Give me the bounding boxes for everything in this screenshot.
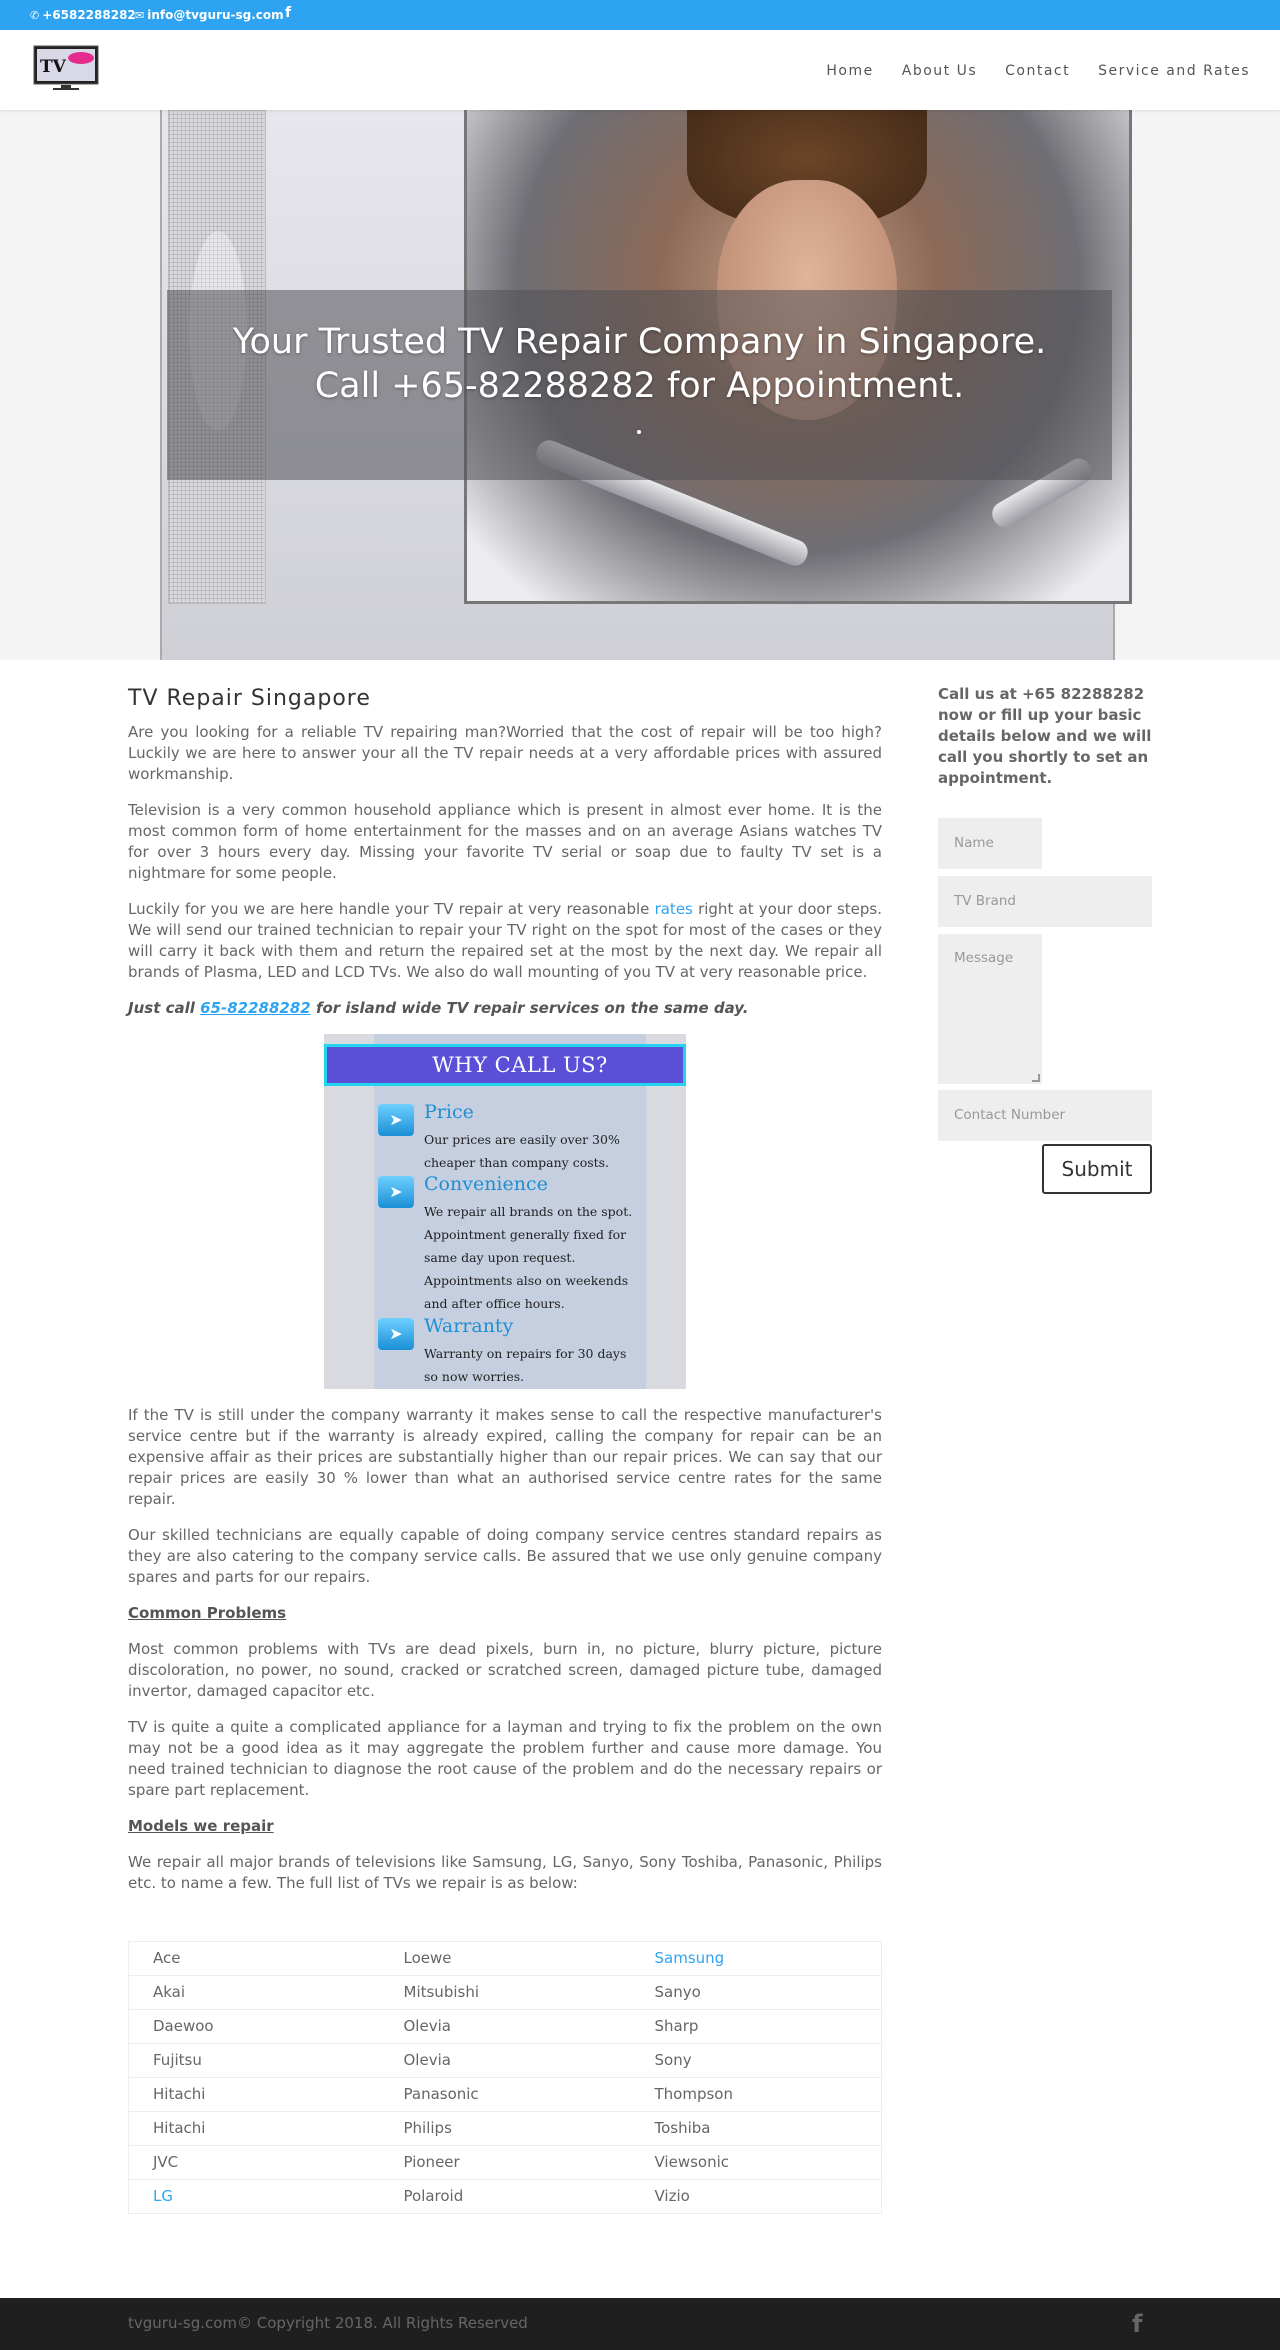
site-logo[interactable]: TV: [33, 45, 99, 91]
phone-icon: ✆: [30, 8, 40, 22]
table-cell: Philips: [379, 2111, 631, 2146]
name-field[interactable]: Name: [938, 818, 1042, 869]
slider-dot[interactable]: [637, 430, 641, 434]
table-cell: Polaroid: [379, 2179, 631, 2214]
nav-home[interactable]: Home: [826, 63, 873, 79]
television-paragraph: Television is a very common household ap…: [128, 801, 882, 882]
nav-service-and-rates[interactable]: Service and Rates: [1098, 63, 1250, 79]
contact-sidebar: Call us at +65 82288282 now or fill up y…: [938, 684, 1152, 1194]
svg-text:TV: TV: [40, 57, 67, 77]
table-cell: Fujitsu: [128, 2043, 380, 2078]
page-title: TV Repair Singapore: [128, 686, 371, 711]
call-line: Just call 65-82288282 for island wide TV…: [128, 999, 749, 1017]
common-problems-paragraph: Most common problems with TVs are dead p…: [128, 1640, 882, 1700]
table-cell: Ace: [128, 1941, 380, 1976]
table-cell: Olevia: [379, 2043, 631, 2078]
warranty-paragraph: If the TV is still under the company war…: [128, 1406, 882, 1508]
models-table: Ace Loewe Samsung Akai Mitsubishi Sanyo Daewoo…: [128, 1941, 882, 2214]
submit-button[interactable]: Submit: [1042, 1144, 1152, 1194]
table-cell: Mitsubishi: [379, 1975, 631, 2010]
arrow-icon: ➤: [378, 1176, 414, 1208]
table-cell[interactable]: LG: [128, 2179, 380, 2214]
table-cell: Panasonic: [379, 2077, 631, 2112]
table-row: Daewoo Olevia Sharp: [128, 2009, 882, 2044]
table-row: Hitachi Philips Toshiba: [128, 2111, 882, 2146]
table-cell: Pioneer: [379, 2145, 631, 2180]
mail-icon: ✉: [135, 8, 145, 22]
table-cell: Thompson: [630, 2077, 882, 2112]
hero-slider: Your Trusted TV Repair Company in Singap…: [0, 110, 1280, 660]
facebook-icon[interactable]: f: [1132, 2310, 1142, 2338]
hero-title-line1: Your Trusted TV Repair Company in Singap…: [232, 322, 1047, 362]
models-paragraph: We repair all major brands of television…: [128, 1853, 882, 1892]
phone-link[interactable]: 65-82288282: [200, 999, 311, 1017]
table-cell: Vizio: [630, 2179, 882, 2214]
main-content: TV Repair Singapore Are you looking for …: [128, 686, 882, 2214]
arrow-icon: ➤: [378, 1318, 414, 1350]
table-cell: Viewsonic: [630, 2145, 882, 2180]
table-cell: Hitachi: [128, 2111, 380, 2146]
common-problems-title: Common Problems: [128, 1604, 287, 1622]
table-row: Akai Mitsubishi Sanyo: [128, 1975, 882, 2010]
why-call-us-graphic: WHY CALL US? ➤ Price Our prices are easi…: [324, 1034, 686, 1389]
message-field[interactable]: Message: [938, 934, 1042, 1084]
intro-paragraph: Are you looking for a reliable TV repair…: [128, 723, 882, 783]
table-cell: Sony: [630, 2043, 882, 2078]
resize-handle-icon[interactable]: [1032, 1074, 1040, 1082]
complicated-paragraph: TV is quite a quite a complicated applia…: [128, 1718, 882, 1799]
table-cell: Akai: [128, 1975, 380, 2010]
models-title: Models we repair: [128, 1817, 274, 1835]
contact-number-field[interactable]: Contact Number: [938, 1090, 1152, 1141]
why-call-us-ribbon: WHY CALL US?: [324, 1044, 686, 1086]
table-cell: JVC: [128, 2145, 380, 2180]
sidebar-callout: Call us at +65 82288282 now or fill up y…: [938, 685, 1152, 787]
main-nav: Home About Us Contact Service and Rates: [826, 63, 1250, 79]
table-cell: Hitachi: [128, 2077, 380, 2112]
facebook-icon[interactable]: f: [285, 5, 291, 21]
copyright-text: tvguru-sg.com© Copyright 2018. All Right…: [128, 2314, 528, 2332]
email-address: info@tvguru-sg.com: [147, 8, 284, 22]
top-bar: ✆ +6582288282 ✉ info@tvguru-sg.com f: [0, 0, 1280, 30]
table-cell: Toshiba: [630, 2111, 882, 2146]
table-cell: Sanyo: [630, 1975, 882, 2010]
site-header: TV Home About Us Contact Service and Rat…: [0, 30, 1280, 110]
table-cell: Daewoo: [128, 2009, 380, 2044]
hero-title: Your Trusted TV Repair Company in Singap…: [167, 320, 1112, 408]
table-cell[interactable]: Samsung: [630, 1941, 882, 1976]
phone-contact[interactable]: ✆ +6582288282: [30, 8, 136, 22]
site-footer: tvguru-sg.com© Copyright 2018. All Right…: [0, 2298, 1280, 2350]
rates-paragraph: Luckily for you we are here handle your …: [128, 900, 882, 981]
tv-brand-field[interactable]: TV Brand: [938, 876, 1152, 927]
table-row: Ace Loewe Samsung: [128, 1941, 882, 1976]
table-row: Hitachi Panasonic Thompson: [128, 2077, 882, 2112]
rates-link[interactable]: rates: [655, 900, 693, 918]
table-cell: Loewe: [379, 1941, 631, 1976]
nav-about-us[interactable]: About Us: [902, 63, 977, 79]
email-contact[interactable]: ✉ info@tvguru-sg.com: [135, 8, 284, 22]
nav-contact[interactable]: Contact: [1005, 63, 1070, 79]
arrow-icon: ➤: [378, 1104, 414, 1136]
table-row: JVC Pioneer Viewsonic: [128, 2145, 882, 2180]
table-row: Fujitsu Olevia Sony: [128, 2043, 882, 2078]
phone-number: +6582288282: [42, 8, 136, 22]
table-row: LG Polaroid Vizio: [128, 2179, 882, 2214]
table-cell: Olevia: [379, 2009, 631, 2044]
technicians-paragraph: Our skilled technicians are equally capa…: [128, 1526, 882, 1586]
hero-title-line2: Call +65-82288282 for Appointment.: [314, 366, 965, 406]
table-cell: Sharp: [630, 2009, 882, 2044]
